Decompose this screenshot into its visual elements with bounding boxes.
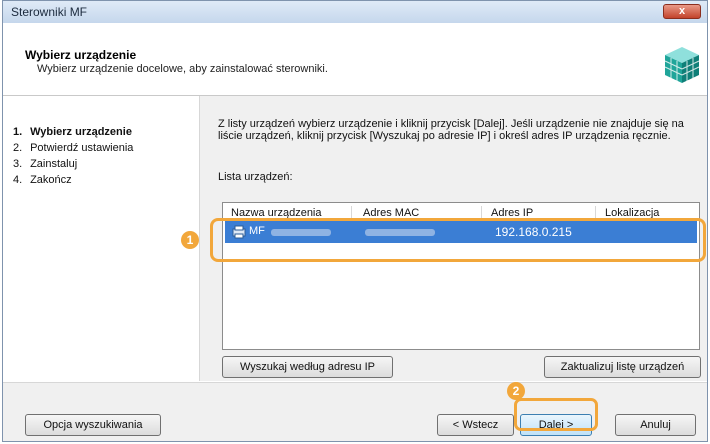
step-number: 4.	[13, 174, 23, 186]
step-label: Zainstaluj	[30, 158, 78, 170]
window-title: Sterowniki MF	[11, 5, 88, 19]
header-panel: Wybierz urządzenie Wybierz urządzenie do…	[3, 23, 707, 96]
search-by-ip-button[interactable]: Wyszukaj według adresu IP	[222, 356, 393, 378]
callout-badge-2: 2	[507, 382, 525, 400]
steps-panel: 1. Wybierz urządzenie 2. Potwierdź ustaw…	[3, 96, 200, 381]
device-highlight-frame	[210, 218, 706, 262]
step-confirm-settings: 2. Potwierdź ustawienia	[13, 142, 133, 154]
step-number: 1.	[13, 126, 23, 138]
next-highlight-frame	[514, 398, 598, 431]
installer-window: Sterowniki MF x Wybierz urządzenie Wybie…	[2, 0, 708, 442]
instruction-text: Z listy urządzeń wybierz urządzenie i kl…	[218, 118, 684, 142]
step-number: 3.	[13, 158, 23, 170]
page-subtitle: Wybierz urządzenie docelowe, aby zainsta…	[37, 63, 328, 75]
callout-badge-1: 1	[181, 231, 199, 249]
step-install: 3. Zainstaluj	[13, 158, 77, 170]
back-button[interactable]: < Wstecz	[437, 414, 514, 436]
device-list-label: Lista urządzeń:	[218, 171, 293, 183]
step-number: 2.	[13, 142, 23, 154]
step-label: Wybierz urządzenie	[30, 126, 132, 138]
step-label: Zakończ	[30, 174, 72, 186]
close-button[interactable]: x	[663, 4, 701, 19]
title-bar: Sterowniki MF x	[3, 1, 707, 24]
cancel-button[interactable]: Anuluj	[615, 414, 696, 436]
step-finish: 4. Zakończ	[13, 174, 72, 186]
footer-bar: Opcja wyszukiwania < Wstecz Dalej > Anul…	[3, 382, 707, 441]
close-icon: x	[678, 5, 686, 17]
page-title: Wybierz urządzenie	[25, 48, 137, 62]
search-options-button[interactable]: Opcja wyszukiwania	[25, 414, 161, 436]
step-label: Potwierdź ustawienia	[30, 142, 134, 154]
refresh-device-list-button[interactable]: Zaktualizuj listę urządzeń	[544, 356, 701, 378]
step-select-device: 1. Wybierz urządzenie	[13, 126, 132, 138]
setup-package-icon	[664, 47, 700, 83]
